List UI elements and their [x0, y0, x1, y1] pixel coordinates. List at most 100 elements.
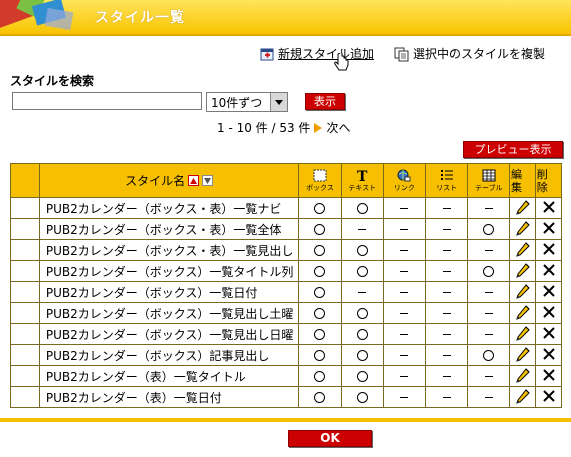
- delete-cell[interactable]: [535, 344, 562, 366]
- delete-x-icon[interactable]: [542, 305, 555, 318]
- table-row[interactable]: PUB2カレンダー（ボックス）記事見出し○○－－○: [10, 344, 562, 366]
- delete-cell[interactable]: [535, 386, 562, 408]
- table-icon: [482, 169, 496, 182]
- delete-cell[interactable]: [535, 365, 562, 387]
- table-cell: ○: [467, 260, 511, 282]
- header-table: テーブル: [467, 163, 511, 198]
- sort-desc-icon[interactable]: [202, 175, 214, 186]
- row-select-cell[interactable]: [10, 323, 40, 345]
- footer-divider: [0, 418, 571, 422]
- search-submit-button[interactable]: 表示: [305, 93, 345, 110]
- row-select-cell[interactable]: [10, 365, 40, 387]
- list-cell: －: [425, 197, 469, 219]
- text-icon: T: [357, 169, 368, 182]
- row-select-cell[interactable]: [10, 281, 40, 303]
- table-row[interactable]: PUB2カレンダー（ボックス・表）一覧見出し○○－－－: [10, 239, 562, 261]
- search-input[interactable]: [12, 92, 202, 110]
- row-select-cell[interactable]: [10, 218, 40, 240]
- table-row[interactable]: PUB2カレンダー（ボックス・表）一覧全体○－－－○: [10, 218, 562, 240]
- delete-x-icon[interactable]: [542, 389, 555, 402]
- edit-cell[interactable]: [509, 239, 537, 261]
- table-row[interactable]: PUB2カレンダー（ボックス）一覧見出し土曜○○－－－: [10, 302, 562, 324]
- text-mark-shape: [356, 350, 368, 361]
- pencil-icon[interactable]: [515, 367, 531, 383]
- edit-cell[interactable]: [509, 344, 537, 366]
- row-select-cell[interactable]: [10, 302, 40, 324]
- box-mark-shape: [314, 371, 326, 382]
- delete-x-icon[interactable]: [542, 200, 555, 213]
- pencil-icon[interactable]: [515, 346, 531, 362]
- hand-cursor-icon: [334, 53, 349, 71]
- table-row[interactable]: PUB2カレンダー（ボックス・表）一覧ナビ○○－－－: [10, 197, 562, 219]
- delete-cell[interactable]: [535, 197, 562, 219]
- style-name-cell: PUB2カレンダー（ボックス）一覧日付: [38, 281, 300, 303]
- pencil-icon[interactable]: [515, 304, 531, 320]
- delete-cell[interactable]: [535, 260, 562, 282]
- pencil-icon[interactable]: [515, 283, 531, 299]
- duplicate-style-link[interactable]: 選択中のスタイルを複製: [394, 45, 545, 62]
- delete-cell[interactable]: [535, 218, 562, 240]
- table-row[interactable]: PUB2カレンダー（表）一覧タイトル○○－－－: [10, 365, 562, 387]
- edit-cell[interactable]: [509, 260, 537, 282]
- row-select-cell[interactable]: [10, 260, 40, 282]
- pencil-icon[interactable]: [515, 220, 531, 236]
- row-select-cell[interactable]: [10, 197, 40, 219]
- next-arrow-icon[interactable]: [314, 122, 323, 133]
- delete-x-icon[interactable]: [542, 263, 555, 276]
- pencil-icon[interactable]: [515, 241, 531, 257]
- list-cell: －: [425, 281, 469, 303]
- pager-next-link[interactable]: 次へ: [326, 119, 350, 136]
- new-style-icon: [260, 48, 274, 60]
- style-name-cell: PUB2カレンダー（ボックス・表）一覧見出し: [38, 239, 300, 261]
- delete-cell[interactable]: [535, 239, 562, 261]
- preview-button[interactable]: プレビュー表示: [463, 141, 563, 158]
- row-select-cell[interactable]: [10, 239, 40, 261]
- edit-cell[interactable]: [509, 386, 537, 408]
- duplicate-style-label: 選択中のスタイルを複製: [413, 47, 546, 61]
- sort-asc-icon[interactable]: [188, 175, 200, 186]
- edit-cell[interactable]: [509, 365, 537, 387]
- table-row[interactable]: PUB2カレンダー（表）一覧日付○○－－－: [10, 386, 562, 408]
- delete-cell[interactable]: [535, 323, 562, 345]
- delete-cell[interactable]: [535, 281, 562, 303]
- box-cell: ○: [298, 386, 342, 408]
- header-edit-label: 編集: [510, 167, 522, 194]
- table-mark-shape: [483, 224, 495, 235]
- box-mark-shape: [314, 350, 326, 361]
- delete-x-icon[interactable]: [542, 284, 555, 297]
- edit-cell[interactable]: [509, 218, 537, 240]
- delete-x-icon[interactable]: [542, 221, 555, 234]
- edit-cell[interactable]: [509, 281, 537, 303]
- chevron-down-icon[interactable]: [270, 93, 287, 111]
- edit-cell[interactable]: [509, 302, 537, 324]
- new-style-link[interactable]: 新規スタイル追加: [259, 45, 374, 62]
- delete-cell[interactable]: [535, 302, 562, 324]
- style-name-cell: PUB2カレンダー（ボックス）一覧タイトル列: [38, 260, 300, 282]
- per-page-select[interactable]: 10件ずつ: [206, 92, 288, 112]
- delete-x-icon[interactable]: [542, 347, 555, 360]
- pencil-icon[interactable]: [515, 325, 531, 341]
- table-mark-shape: [484, 208, 493, 209]
- table-row[interactable]: PUB2カレンダー（ボックス）一覧タイトル列○○－－○: [10, 260, 562, 282]
- delete-x-icon[interactable]: [542, 368, 555, 381]
- table-row[interactable]: PUB2カレンダー（ボックス）一覧日付○－－－－: [10, 281, 562, 303]
- table-cell: －: [467, 386, 511, 408]
- list-mark-shape: [442, 355, 451, 356]
- link-mark-shape: [400, 292, 409, 293]
- pencil-icon[interactable]: [515, 199, 531, 215]
- text-mark-shape: [356, 203, 368, 214]
- delete-x-icon[interactable]: [542, 326, 555, 339]
- table-row[interactable]: PUB2カレンダー（ボックス）一覧見出し日曜○○－－－: [10, 323, 562, 345]
- row-select-cell[interactable]: [10, 344, 40, 366]
- edit-cell[interactable]: [509, 323, 537, 345]
- pencil-icon[interactable]: [515, 388, 531, 404]
- style-table: スタイル名 ボックス T テキスト リンク リスト テーブル 編集 削除 PUB…: [10, 163, 562, 408]
- delete-x-icon[interactable]: [542, 242, 555, 255]
- row-select-cell[interactable]: [10, 386, 40, 408]
- edit-cell[interactable]: [509, 197, 537, 219]
- pencil-icon[interactable]: [515, 262, 531, 278]
- link-cell: －: [382, 197, 427, 219]
- box-mark-shape: [314, 329, 326, 340]
- ok-button[interactable]: OK: [288, 430, 372, 447]
- header-text: T テキスト: [340, 163, 384, 198]
